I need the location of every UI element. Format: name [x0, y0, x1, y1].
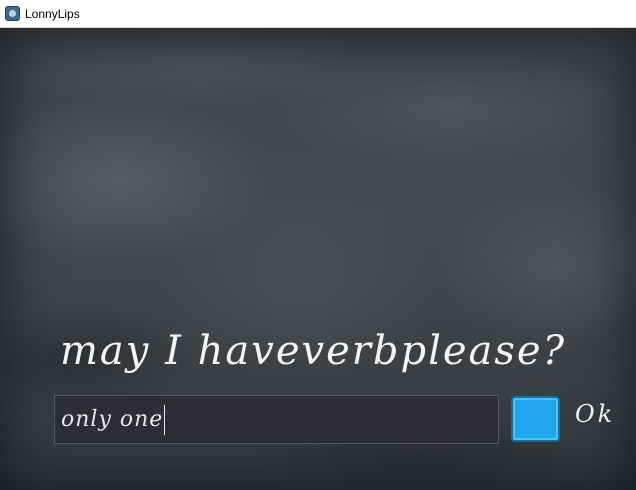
app-icon [5, 6, 20, 21]
ok-button-label[interactable]: Ok [575, 400, 615, 428]
window-title: LonnyLips [25, 6, 80, 21]
word-input-value: only one [61, 407, 164, 432]
chalkboard-canvas: may I haveverbplease? only one Ok [0, 28, 636, 490]
prompt-text: may I haveverbplease? [60, 328, 567, 374]
ok-button[interactable] [511, 396, 560, 442]
app-icon-glyph [9, 10, 16, 17]
text-caret [164, 404, 166, 435]
title-bar: LonnyLips [0, 0, 636, 28]
word-input-field[interactable]: only one [54, 395, 499, 444]
